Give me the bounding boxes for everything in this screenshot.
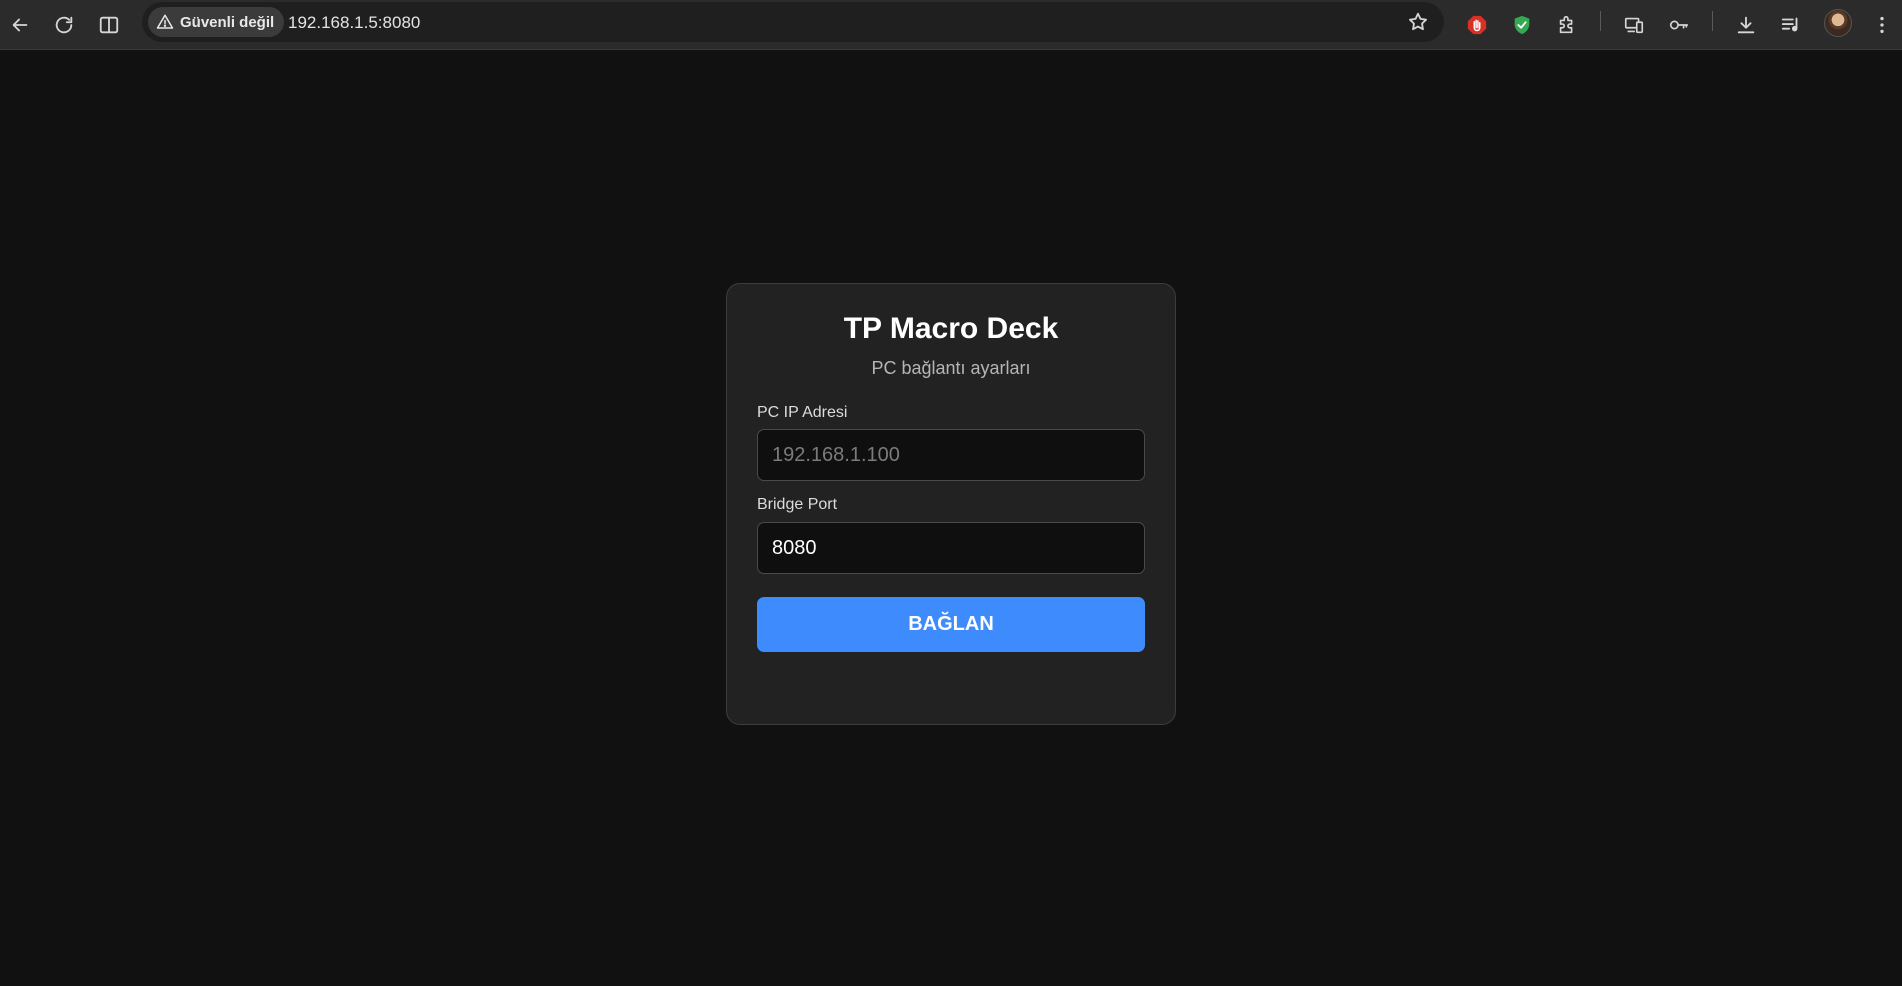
toolbar-divider (1712, 11, 1713, 31)
profile-avatar[interactable] (1824, 9, 1852, 37)
shield-check-icon (1514, 15, 1530, 35)
page-title: TP Macro Deck (843, 312, 1059, 345)
port-field-label: Bridge Port (757, 496, 838, 513)
cast-button[interactable] (1616, 7, 1652, 43)
ip-field-label: PC IP Adresi (757, 404, 848, 421)
extensions-button[interactable] (1549, 7, 1585, 43)
passwords-button[interactable] (1661, 7, 1697, 43)
adblock-hand-icon (1467, 15, 1487, 35)
connect-button[interactable]: BAĞLAN (757, 597, 1145, 652)
ip-address-input[interactable] (757, 429, 1145, 481)
back-button[interactable] (2, 7, 38, 43)
page-subtitle: PC bağlantı ayarları (871, 358, 1031, 378)
download-icon (1737, 16, 1755, 34)
star-icon (1409, 12, 1427, 31)
toolbar-divider (1600, 11, 1601, 31)
security-label: Güvenli değil (180, 13, 275, 31)
bookmark-button[interactable] (1400, 4, 1436, 40)
cast-devices-icon (1624, 17, 1644, 34)
browser-toolbar: Güvenli değil 192.168.1.5:8080 (0, 0, 1902, 50)
media-controls-button[interactable] (1773, 7, 1809, 43)
kebab-menu-icon (1880, 16, 1884, 34)
adblock-extension-button[interactable] (1459, 7, 1495, 43)
reload-button[interactable] (46, 7, 82, 43)
reload-icon (55, 16, 73, 34)
split-view-button[interactable] (91, 7, 127, 43)
browser-menu-button[interactable] (1864, 7, 1900, 43)
key-icon (1669, 20, 1689, 30)
split-view-icon (99, 16, 119, 34)
warning-triangle-icon (156, 14, 174, 29)
downloads-button[interactable] (1728, 7, 1764, 43)
puzzle-icon (1559, 15, 1573, 34)
bridge-port-input[interactable] (757, 522, 1145, 574)
shield-extension-button[interactable] (1504, 7, 1540, 43)
media-queue-icon (1781, 17, 1798, 32)
url-text[interactable]: 192.168.1.5:8080 (288, 13, 420, 33)
connection-card: TP Macro Deck PC bağlantı ayarları PC IP… (726, 283, 1176, 725)
security-chip[interactable]: Güvenli değil (148, 7, 285, 37)
address-bar[interactable]: Güvenli değil 192.168.1.5:8080 (142, 2, 1444, 42)
back-arrow-icon (12, 18, 28, 32)
